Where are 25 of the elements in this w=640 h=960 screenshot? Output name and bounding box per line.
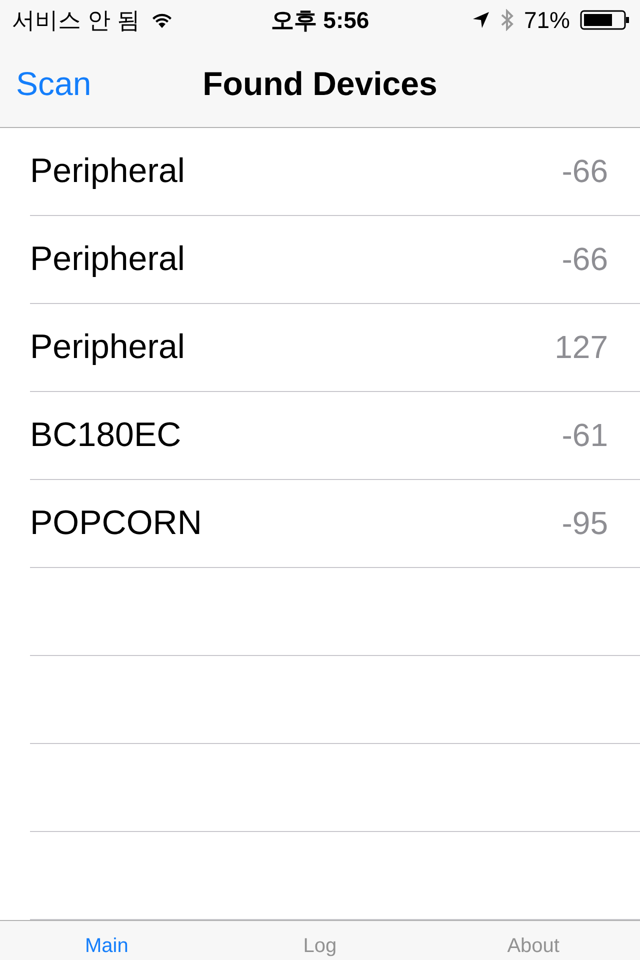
- device-name: Peripheral: [30, 240, 185, 279]
- scan-button[interactable]: Scan: [0, 64, 92, 102]
- device-row[interactable]: Peripheral 127: [30, 304, 640, 392]
- signal-strength: -66: [562, 153, 608, 190]
- device-row[interactable]: Peripheral -66: [30, 216, 640, 304]
- nav-title: Found Devices: [202, 64, 438, 102]
- device-name: POPCORN: [30, 504, 202, 543]
- device-name: BC180EC: [30, 416, 182, 455]
- device-row[interactable]: Peripheral -66: [30, 128, 640, 216]
- status-time: 오후 5:56: [270, 6, 370, 34]
- battery-icon: [580, 10, 630, 30]
- signal-strength: -66: [562, 241, 608, 278]
- device-row[interactable]: BC180EC -61: [30, 392, 640, 480]
- signal-strength: 127: [554, 329, 608, 366]
- battery-percent: 71%: [524, 6, 570, 34]
- location-arrow-icon: [472, 11, 490, 29]
- signal-strength: -61: [562, 417, 608, 454]
- tab[interactable]: Main: [0, 935, 214, 960]
- device-name: Peripheral: [30, 328, 185, 367]
- device-name: Peripheral: [30, 152, 185, 191]
- wifi-icon: [150, 11, 174, 29]
- carrier-text: 서비스 안 됨: [12, 6, 140, 34]
- bluetooth-icon: [500, 9, 514, 31]
- device-row[interactable]: POPCORN -95: [30, 480, 640, 568]
- signal-strength: -95: [562, 505, 608, 542]
